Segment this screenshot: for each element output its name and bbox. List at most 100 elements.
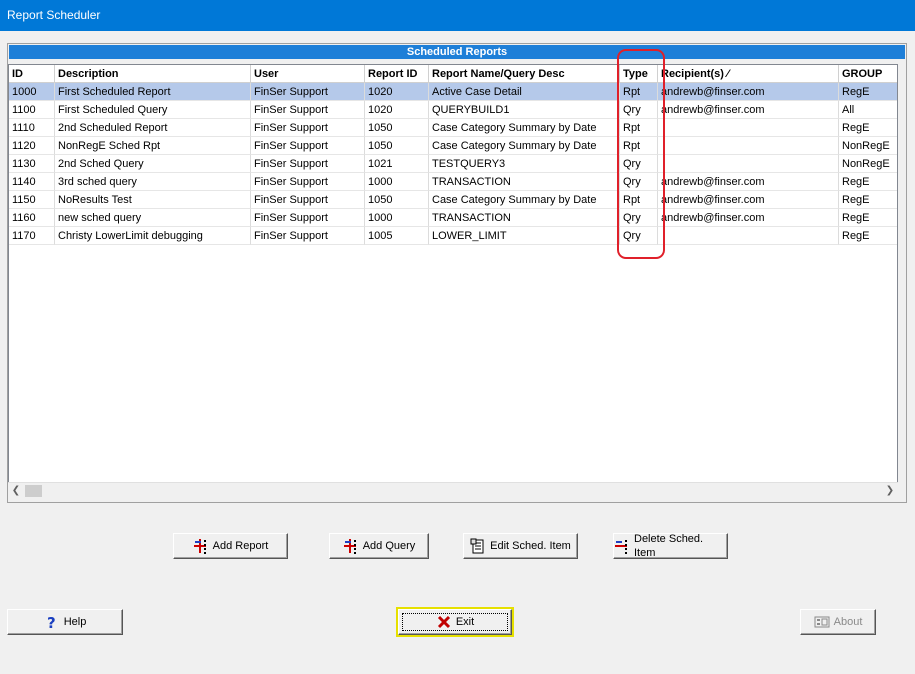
cell-user: FinSer Support [251, 155, 365, 173]
table-row[interactable]: 1160 new sched query FinSer Support 1000 TRA… [9, 209, 897, 227]
cell-report-name: Case Category Summary by Date [429, 119, 620, 137]
cell-user: FinSer Support [251, 101, 365, 119]
column-header-recipients[interactable]: Recipient(s) ⁄ [658, 65, 839, 83]
scroll-left-icon[interactable]: ❮ [8, 483, 24, 499]
cell-type: Rpt [620, 83, 658, 101]
cell-recipients: andrewb@finser.com [658, 173, 839, 191]
cell-report-name: TRANSACTION [429, 173, 620, 191]
cell-report-name: Active Case Detail [429, 83, 620, 101]
cell-group: RegE [839, 191, 897, 209]
cell-user: FinSer Support [251, 209, 365, 227]
table-row[interactable]: 1170 Christy LowerLimit debugging FinSer S… [9, 227, 897, 245]
cell-description: 3rd sched query [55, 173, 251, 191]
column-header-id[interactable]: ID [9, 65, 55, 83]
cell-report-id: 1050 [365, 191, 429, 209]
cell-recipients: andrewb@finser.com [658, 191, 839, 209]
table-row[interactable]: 1120 NonRegE Sched Rpt FinSer Support 1050 C… [9, 137, 897, 155]
add-report-icon [193, 538, 209, 554]
table-row[interactable]: 1130 2nd Sched Query FinSer Support 1021 TES… [9, 155, 897, 173]
focus-rect [402, 613, 508, 631]
question-mark-icon: ? [44, 614, 60, 632]
cell-id: 1100 [9, 101, 55, 119]
delete-item-icon [614, 538, 630, 554]
cell-description: Christy LowerLimit debugging [55, 227, 251, 245]
cell-user: FinSer Support [251, 191, 365, 209]
cell-report-id: 1020 [365, 83, 429, 101]
cell-type: Qry [620, 227, 658, 245]
cell-id: 1130 [9, 155, 55, 173]
about-button[interactable]: About [800, 609, 876, 635]
grid-header-row: ID Description User Report ID Report Name/Qu… [9, 65, 897, 83]
cell-group: RegE [839, 83, 897, 101]
scroll-right-icon[interactable]: ❯ [882, 483, 898, 499]
edit-document-icon [470, 538, 486, 554]
column-header-report-id[interactable]: Report ID [365, 65, 429, 83]
cell-group: All [839, 101, 897, 119]
cell-report-id: 1020 [365, 101, 429, 119]
column-header-description[interactable]: Description [55, 65, 251, 83]
table-row[interactable]: 1100 First Scheduled Query FinSer Support 1… [9, 101, 897, 119]
cell-id: 1150 [9, 191, 55, 209]
cell-report-id: 1050 [365, 119, 429, 137]
cell-id: 1120 [9, 137, 55, 155]
cell-group: RegE [839, 209, 897, 227]
cell-report-name: QUERYBUILD1 [429, 101, 620, 119]
table-row[interactable]: 1150 NoResults Test FinSer Support 1050 Case… [9, 191, 897, 209]
cell-report-name: Case Category Summary by Date [429, 191, 620, 209]
about-icon [814, 614, 830, 630]
cell-report-name: Case Category Summary by Date [429, 137, 620, 155]
column-header-report-name[interactable]: Report Name/Query Desc [429, 65, 620, 83]
cell-report-name: TESTQUERY3 [429, 155, 620, 173]
table-row[interactable]: 1000 First Scheduled Report FinSer Support… [9, 83, 897, 101]
cell-user: FinSer Support [251, 83, 365, 101]
cell-recipients [658, 137, 839, 155]
cell-group: NonRegE [839, 137, 897, 155]
help-label: Help [63, 616, 87, 628]
cell-type: Qry [620, 173, 658, 191]
cell-description: First Scheduled Report [55, 83, 251, 101]
table-row[interactable]: 1110 2nd Scheduled Report FinSer Support 10… [9, 119, 897, 137]
exit-button[interactable]: Exit [396, 607, 514, 637]
scroll-thumb[interactable] [25, 485, 42, 497]
add-report-label: Add Report [212, 540, 269, 552]
cell-recipients [658, 119, 839, 137]
cell-user: FinSer Support [251, 137, 365, 155]
cell-description: First Scheduled Query [55, 101, 251, 119]
add-query-button[interactable]: Add Query [329, 533, 429, 559]
column-header-group[interactable]: GROUP [839, 65, 897, 83]
cell-recipients: andrewb@finser.com [658, 83, 839, 101]
cell-description: new sched query [55, 209, 251, 227]
edit-sched-item-button[interactable]: Edit Sched. Item [463, 533, 578, 559]
cell-user: FinSer Support [251, 119, 365, 137]
table-row[interactable]: 1140 3rd sched query FinSer Support 1000 TRA… [9, 173, 897, 191]
horizontal-scrollbar[interactable]: ❮ ❯ [8, 482, 898, 498]
column-header-user[interactable]: User [251, 65, 365, 83]
delete-sched-item-button[interactable]: Delete Sched. Item [613, 533, 728, 559]
cell-description: NoResults Test [55, 191, 251, 209]
cell-group: RegE [839, 227, 897, 245]
cell-user: FinSer Support [251, 173, 365, 191]
edit-sched-item-label: Edit Sched. Item [490, 540, 571, 552]
cell-report-id: 1021 [365, 155, 429, 173]
cell-recipients [658, 155, 839, 173]
cell-type: Qry [620, 101, 658, 119]
cell-report-id: 1050 [365, 137, 429, 155]
delete-sched-item-label: Delete Sched. Item [634, 533, 704, 559]
cell-report-name: LOWER_LIMIT [429, 227, 620, 245]
scheduled-reports-grid[interactable]: ID Description User Report ID Report Name/Qu… [8, 64, 898, 498]
column-header-type[interactable]: Type [620, 65, 658, 83]
cell-id: 1170 [9, 227, 55, 245]
cell-id: 1140 [9, 173, 55, 191]
panel-title: Scheduled Reports [9, 45, 905, 59]
cell-type: Qry [620, 209, 658, 227]
cell-type: Rpt [620, 137, 658, 155]
cell-id: 1160 [9, 209, 55, 227]
cell-report-id: 1000 [365, 173, 429, 191]
cell-type: Rpt [620, 119, 658, 137]
add-report-button[interactable]: Add Report [173, 533, 288, 559]
cell-recipients: andrewb@finser.com [658, 209, 839, 227]
help-button[interactable]: ? Help [7, 609, 123, 635]
add-query-icon [343, 538, 359, 554]
cell-type: Rpt [620, 191, 658, 209]
cell-description: 2nd Sched Query [55, 155, 251, 173]
